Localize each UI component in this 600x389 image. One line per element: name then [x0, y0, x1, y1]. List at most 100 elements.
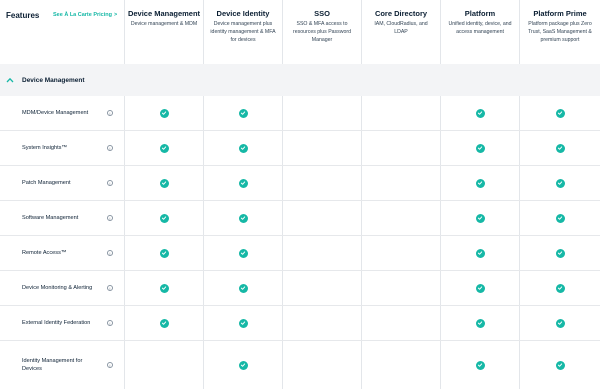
plan-cell	[362, 306, 441, 340]
checkmark-icon	[555, 360, 565, 370]
plan-cell	[520, 131, 600, 165]
checkmark-icon	[159, 283, 169, 293]
table-row: System Insights™ i	[0, 131, 600, 166]
checkmark-icon	[475, 248, 485, 258]
info-icon[interactable]: i	[107, 180, 113, 186]
checkmark-icon	[555, 143, 565, 153]
table-row: Software Management i	[0, 201, 600, 236]
plan-cell	[283, 306, 362, 340]
info-icon[interactable]: i	[107, 320, 113, 326]
plan-cell	[125, 341, 204, 389]
checkmark-icon	[555, 318, 565, 328]
plan-cell	[283, 96, 362, 130]
checkmark-icon	[159, 143, 169, 153]
features-header-cell: Features See À La Carte Pricing >	[0, 0, 125, 64]
plan-header: Device Management Device management & MDM	[125, 0, 204, 64]
checkmark-icon	[238, 360, 248, 370]
checkmark-icon	[159, 318, 169, 328]
plan-cell	[362, 96, 441, 130]
plan-header: Platform Prime Platform package plus Zero…	[520, 0, 600, 64]
table-header: Features See À La Carte Pricing > Device …	[0, 0, 600, 64]
feature-cell: Patch Management i	[0, 166, 125, 200]
info-icon[interactable]: i	[107, 145, 113, 151]
plan-cell	[520, 201, 600, 235]
checkmark-icon	[238, 318, 248, 328]
plan-cell	[204, 201, 283, 235]
plan-cell	[283, 166, 362, 200]
checkmark-icon	[159, 178, 169, 188]
pricing-comparison-table: Features See À La Carte Pricing > Device …	[0, 0, 600, 389]
plan-header: Core Directory IAM, CloudRadius, and LDAP	[362, 0, 441, 64]
features-title: Features	[6, 11, 40, 20]
info-icon[interactable]: i	[107, 110, 113, 116]
plan-cell	[125, 306, 204, 340]
plan-cell	[441, 306, 520, 340]
plan-cell	[125, 271, 204, 305]
checkmark-icon	[475, 108, 485, 118]
chevron-right-icon: >	[114, 12, 118, 18]
feature-rows: MDM/Device Management i System Insights™ i P…	[0, 96, 600, 389]
alacarte-link-label: See À La Carte Pricing	[53, 12, 112, 18]
table-row: Device Monitoring & Alerting i	[0, 271, 600, 306]
plan-description: IAM, CloudRadius, and LDAP	[374, 21, 428, 35]
plan-cell	[441, 201, 520, 235]
plan-cell	[441, 131, 520, 165]
plan-cell	[362, 341, 441, 389]
info-icon[interactable]: i	[107, 250, 113, 256]
plan-cell	[204, 131, 283, 165]
section-device-management-toggle[interactable]: Device Management	[0, 64, 600, 96]
plan-cell	[441, 166, 520, 200]
plan-cell	[125, 131, 204, 165]
feature-name: System Insights™	[22, 145, 68, 151]
plan-cell	[283, 201, 362, 235]
plan-description: Platform package plus Zero Trust, SaaS M…	[528, 21, 592, 43]
plan-cell	[520, 341, 600, 389]
plan-header: SSO SSO & MFA access to resources plus Pa…	[283, 0, 362, 64]
table-row: MDM/Device Management i	[0, 96, 600, 131]
checkmark-icon	[238, 108, 248, 118]
alacarte-pricing-link[interactable]: See À La Carte Pricing >	[53, 12, 117, 18]
plan-cell	[362, 166, 441, 200]
plan-cell	[204, 166, 283, 200]
checkmark-icon	[238, 213, 248, 223]
plan-cell	[125, 236, 204, 270]
plan-cell	[283, 131, 362, 165]
plan-name: Core Directory	[374, 9, 428, 18]
feature-name: MDM/Device Management	[22, 110, 89, 116]
info-icon[interactable]: i	[107, 362, 113, 368]
plan-cell	[520, 271, 600, 305]
checkmark-icon	[159, 108, 169, 118]
plan-name: Device Identity	[216, 9, 270, 18]
checkmark-icon	[555, 283, 565, 293]
checkmark-icon	[238, 178, 248, 188]
chevron-up-icon	[6, 77, 18, 83]
checkmark-icon	[475, 283, 485, 293]
plan-cell	[125, 201, 204, 235]
checkmark-icon	[238, 283, 248, 293]
checkmark-icon	[475, 178, 485, 188]
plan-cell	[204, 271, 283, 305]
plan-description: Device management & MDM	[130, 21, 198, 27]
plan-cell	[204, 96, 283, 130]
plan-cell	[441, 271, 520, 305]
plan-cell	[520, 236, 600, 270]
plan-name: Platform Prime	[533, 9, 587, 18]
checkmark-icon	[475, 360, 485, 370]
feature-cell: System Insights™ i	[0, 131, 125, 165]
feature-cell: Remote Access™ i	[0, 236, 125, 270]
table-row: Identity Management for Devices i	[0, 341, 600, 389]
plan-cell	[125, 166, 204, 200]
plan-cell	[362, 271, 441, 305]
plan-cell	[520, 306, 600, 340]
info-icon[interactable]: i	[107, 215, 113, 221]
plan-cell	[204, 341, 283, 389]
checkmark-icon	[555, 248, 565, 258]
checkmark-icon	[555, 178, 565, 188]
feature-cell: Device Monitoring & Alerting i	[0, 271, 125, 305]
plan-name: SSO	[314, 9, 330, 18]
plan-cell	[362, 236, 441, 270]
info-icon[interactable]: i	[107, 285, 113, 291]
feature-name: Patch Management	[22, 180, 71, 186]
checkmark-icon	[555, 108, 565, 118]
checkmark-icon	[475, 213, 485, 223]
